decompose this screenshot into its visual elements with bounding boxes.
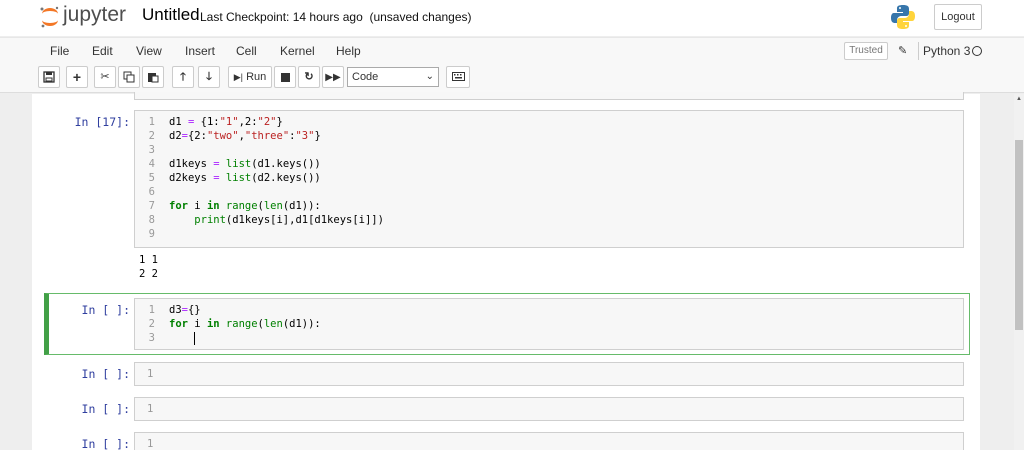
unsaved-text: (unsaved changes): [369, 10, 472, 24]
scissors-icon: ✂: [100, 71, 110, 83]
input-prompt: In [ ]:: [81, 437, 130, 450]
line-number: 7: [148, 200, 155, 212]
cell-type-value: Code: [352, 71, 379, 83]
line-number: 1: [148, 304, 155, 316]
line-number: 1: [147, 438, 154, 450]
line-number: 1: [147, 368, 154, 380]
move-up-button[interactable]: 🡑: [172, 66, 194, 88]
command-palette-button[interactable]: [446, 66, 470, 88]
chevron-down-icon: ⌄: [425, 71, 434, 82]
step-forward-icon: ▶|: [233, 72, 243, 82]
input-prompt: In [17]:: [74, 115, 130, 129]
line-number-gutter: 1 2 3: [135, 299, 161, 349]
menu-view[interactable]: View: [136, 44, 162, 58]
output-line: 1 1: [139, 254, 158, 266]
code-line: d1keys = list(d1.keys()): [169, 158, 321, 170]
code-line: d1 = {1:"1",2:"2"}: [169, 116, 283, 128]
line-number: 2: [148, 130, 155, 142]
fast-forward-icon: ▶▶: [325, 72, 341, 83]
menu-insert[interactable]: Insert: [185, 44, 215, 58]
code-line: d2keys = list(d2.keys()): [169, 172, 321, 184]
text-cursor: [194, 332, 195, 345]
run-button[interactable]: ▶| Run: [228, 66, 272, 88]
jupyter-logo-icon: [40, 6, 59, 28]
menu-help[interactable]: Help: [336, 44, 361, 58]
move-down-button[interactable]: 🡓: [198, 66, 220, 88]
line-number: 9: [148, 228, 155, 240]
line-number: 8: [148, 214, 155, 226]
header: jupyter Untitled Last Checkpoint: 14 hou…: [0, 0, 1024, 36]
arrow-up-icon: 🡑: [180, 71, 186, 83]
kernel-name[interactable]: Python 3: [918, 42, 970, 60]
keyboard-icon: [451, 72, 465, 81]
line-number: 1: [147, 403, 154, 415]
code-line: print(d1keys[i],d1[d1keys[i]]): [194, 214, 384, 226]
kernel-idle-indicator-icon: [972, 46, 982, 56]
save-icon: [43, 71, 55, 83]
save-button[interactable]: [38, 66, 60, 88]
line-number: 4: [148, 158, 155, 170]
menu-kernel[interactable]: Kernel: [280, 44, 315, 58]
insert-cell-button[interactable]: +: [66, 66, 88, 88]
output-line: 2 2: [139, 268, 158, 280]
menu-edit[interactable]: Edit: [92, 44, 113, 58]
code-line: for i in range(len(d1)):: [169, 200, 321, 212]
code-cell-input[interactable]: 1: [134, 432, 964, 450]
previous-cell-edge: [134, 92, 964, 100]
line-number-gutter: 1 2 3 4 5 6 7 8 9: [135, 111, 161, 247]
line-number: 3: [148, 144, 155, 156]
input-prompt: In [ ]:: [81, 303, 130, 317]
code-cell-input[interactable]: 1 2 3 4 5 6 7 8 9 d1 = {1:"1",2:"2"} d2=…: [134, 110, 964, 248]
line-number: 5: [148, 172, 155, 184]
run-label: Run: [246, 71, 267, 83]
menu-cell[interactable]: Cell: [236, 44, 257, 58]
restart-button[interactable]: ↻: [298, 66, 320, 88]
code-cell-input[interactable]: 1: [134, 397, 964, 421]
line-number: 1: [148, 116, 155, 128]
menu-file[interactable]: File: [50, 44, 69, 58]
interrupt-button[interactable]: [274, 66, 296, 88]
edit-mode-pencil-icon: ✎: [898, 45, 908, 57]
arrow-down-icon: 🡓: [206, 71, 212, 83]
scroll-up-icon[interactable]: ▲: [1016, 96, 1022, 102]
copy-button[interactable]: [118, 66, 140, 88]
python-logo-icon: [891, 5, 915, 29]
cut-button[interactable]: ✂: [94, 66, 116, 88]
checkpoint-text: Last Checkpoint: 14 hours ago: [200, 10, 363, 24]
notebook-name[interactable]: Untitled: [142, 5, 200, 25]
logo-text: jupyter: [63, 3, 127, 26]
code-cell-input[interactable]: 1: [134, 362, 964, 386]
line-number: 2: [148, 318, 155, 330]
paste-button[interactable]: [142, 66, 164, 88]
line-number: 6: [148, 186, 155, 198]
jupyter-logo[interactable]: jupyter: [38, 3, 130, 29]
menubar: File Edit View Insert Cell Kernel Help T…: [0, 37, 1024, 63]
copy-icon: [123, 71, 135, 83]
cell-type-select[interactable]: Code ⌄: [347, 67, 439, 87]
plus-icon: +: [72, 69, 82, 85]
stop-icon: [280, 73, 290, 82]
paste-icon: [148, 73, 159, 83]
logout-button[interactable]: Logout: [934, 4, 982, 30]
input-prompt: In [ ]:: [81, 402, 130, 416]
line-number: 3: [148, 332, 155, 344]
toolbar: + ✂ 🡑 🡓 ▶| Run ↻ ▶▶ Code ⌄: [0, 63, 1024, 93]
trusted-indicator[interactable]: Trusted: [844, 42, 888, 60]
restart-icon: ↻: [304, 71, 314, 83]
code-cell-input[interactable]: 1 2 3 d3={} for i in range(len(d1)):: [134, 298, 964, 350]
code-line: d2={2:"two","three":"3"}: [169, 130, 321, 142]
checkpoint-status: Last Checkpoint: 14 hours ago (unsaved c…: [200, 10, 472, 24]
input-prompt: In [ ]:: [81, 367, 130, 381]
code-line: for i in range(len(d1)):: [169, 318, 321, 330]
code-line: d3={}: [169, 304, 201, 316]
scrollbar-thumb[interactable]: [1015, 140, 1023, 330]
restart-run-all-button[interactable]: ▶▶: [322, 66, 344, 88]
